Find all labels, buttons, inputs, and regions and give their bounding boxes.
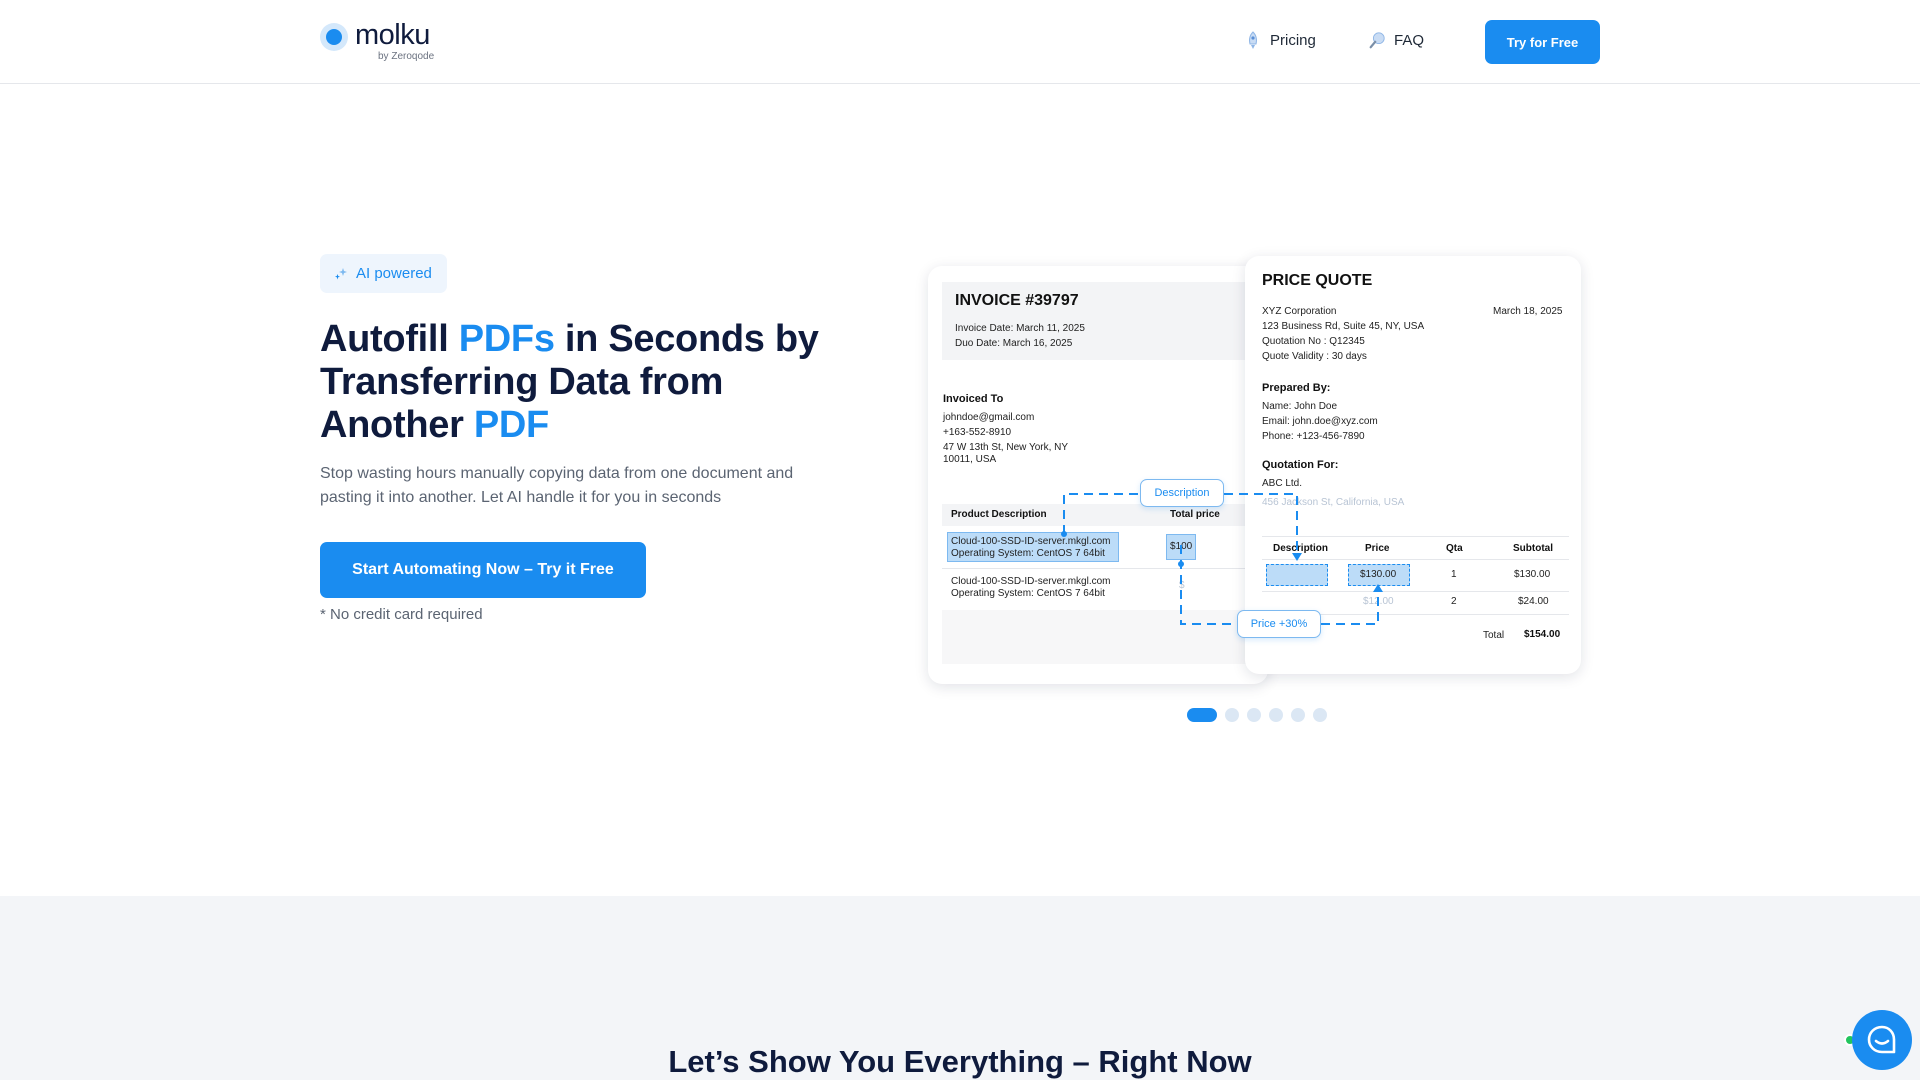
invoice-row-divider: [942, 568, 1262, 569]
quote-number: Quotation No : Q12345: [1262, 336, 1365, 347]
headline-accent-pdf: PDF: [473, 404, 549, 446]
chat-widget-button[interactable]: [1852, 1010, 1912, 1070]
invoice-col-total: Total price: [1170, 509, 1220, 520]
quote-col-price: Price: [1365, 543, 1390, 554]
invoice-row2-line2: Operating System: CentOS 7 64bit: [951, 588, 1105, 599]
headline-accent-pdfs: PDFs: [458, 318, 555, 360]
quote-row1-price: $130.00: [1360, 569, 1397, 580]
logo[interactable]: molku by Zeroqode: [320, 19, 440, 64]
try-for-free-button[interactable]: Try for Free: [1485, 20, 1600, 64]
invoice-email: johndoe@gmail.com: [943, 412, 1035, 423]
logo-mark-icon: [320, 23, 348, 51]
quote-validity: Quote Validity : 30 days: [1262, 351, 1367, 362]
section-title: Let’s Show You Everything – Right Now: [668, 1044, 1252, 1079]
quotation-for-label: Quotation For:: [1262, 459, 1339, 471]
sparkle-icon: [335, 267, 347, 279]
site-header: molku by Zeroqode Pricing FAQ Try for Fr…: [0, 0, 1920, 84]
quote-col-description: Description: [1273, 543, 1329, 554]
carousel-dot-3[interactable]: [1247, 708, 1261, 722]
quote-company: XYZ Corporation: [1262, 306, 1337, 317]
quote-row-line: [1262, 591, 1569, 592]
hero-headline: Autofill PDFs in Seconds by Transferring…: [320, 318, 840, 447]
invoice-row1-price: $100: [1170, 541, 1193, 552]
invoice-date: Invoice Date: March 11, 2025: [955, 323, 1085, 334]
invoice-title: INVOICE #39797: [955, 292, 1079, 309]
quote-row2-qty: 2: [1451, 596, 1457, 607]
nav-pricing-label: Pricing: [1270, 31, 1316, 49]
chat-icon: [1867, 1025, 1896, 1054]
carousel-dot-4[interactable]: [1269, 708, 1283, 722]
invoice-address-line2: 10011, USA: [943, 454, 997, 465]
quote-row1-qty: 1: [1451, 569, 1457, 580]
description-mapping-pill: Description: [1140, 479, 1224, 507]
prepared-by-phone: Phone: +123-456-7890: [1262, 431, 1365, 442]
quotation-client-address: 456 Jackson St, California, USA: [1262, 497, 1405, 508]
carousel-dot-2[interactable]: [1225, 708, 1239, 722]
badge-label: AI powered: [356, 265, 432, 282]
quote-header-line: [1262, 559, 1569, 560]
logo-text: molku: [355, 19, 430, 51]
invoice-row2-price: $: [1179, 580, 1185, 591]
invoice-col-description: Product Description: [951, 509, 1047, 520]
invoice-row1-line1: Cloud-100-SSD-ID-server.mkgl.com: [951, 536, 1111, 547]
headline-part1: Autofill: [320, 318, 459, 360]
no-credit-card-note: * No credit card required: [320, 606, 483, 623]
quote-total-label: Total: [1483, 630, 1505, 641]
quote-date: March 18, 2025: [1493, 306, 1563, 317]
invoice-due-date: Duo Date: March 16, 2025: [955, 338, 1073, 349]
invoice-footer-block: [942, 610, 1262, 664]
quote-address: 123 Business Rd, Suite 45, NY, USA: [1262, 321, 1425, 332]
nav-faq-label: FAQ: [1394, 31, 1425, 49]
quote-col-qty: Qta: [1446, 543, 1463, 554]
quote-row2-price: $12.00: [1363, 596, 1394, 607]
prepared-by-label: Prepared By:: [1262, 382, 1331, 394]
pricing-icon: [1248, 31, 1258, 49]
prepared-by-email: Email: john.doe@xyz.com: [1262, 416, 1378, 427]
start-automating-button[interactable]: Start Automating Now – Try it Free: [320, 542, 646, 598]
invoiced-to-label: Invoiced To: [943, 393, 1004, 405]
quote-col-subtotal: Subtotal: [1513, 543, 1553, 554]
invoice-address-line1: 47 W 13th St, New York, NY: [943, 442, 1069, 453]
quote-row1-subtotal: $130.00: [1514, 569, 1551, 580]
quote-total-value: $154.00: [1524, 629, 1561, 640]
quotation-client: ABC Ltd.: [1262, 478, 1303, 489]
logo-subtitle: by Zeroqode: [378, 51, 435, 62]
hero-subtext: Stop wasting hours manually copying data…: [320, 465, 794, 506]
quote-table-top-line: [1262, 536, 1569, 537]
carousel-dot-5[interactable]: [1291, 708, 1305, 722]
faq-icon: [1369, 32, 1385, 49]
invoice-phone: +163-552-8910: [943, 427, 1012, 438]
nav-pricing[interactable]: Pricing: [1244, 30, 1316, 50]
carousel-dot-1[interactable]: [1187, 708, 1217, 722]
invoice-row2-line1: Cloud-100-SSD-ID-server.mkgl.com: [951, 576, 1111, 587]
nav-faq[interactable]: FAQ: [1368, 30, 1424, 50]
price-mapping-pill: Price +30%: [1237, 610, 1321, 638]
invoice-card: INVOICE #39797 Invoice Date: March 11, 2…: [928, 266, 1268, 684]
quote-description-target: [1266, 564, 1328, 586]
ai-powered-badge: AI powered: [320, 254, 447, 293]
carousel-dots: [1187, 708, 1327, 722]
quote-row2-subtotal: $24.00: [1518, 596, 1549, 607]
carousel-dot-6[interactable]: [1313, 708, 1327, 722]
invoice-row1-line2: Operating System: CentOS 7 64bit: [951, 548, 1105, 559]
quote-title: PRICE QUOTE: [1262, 272, 1373, 289]
prepared-by-name: Name: John Doe: [1262, 401, 1338, 412]
